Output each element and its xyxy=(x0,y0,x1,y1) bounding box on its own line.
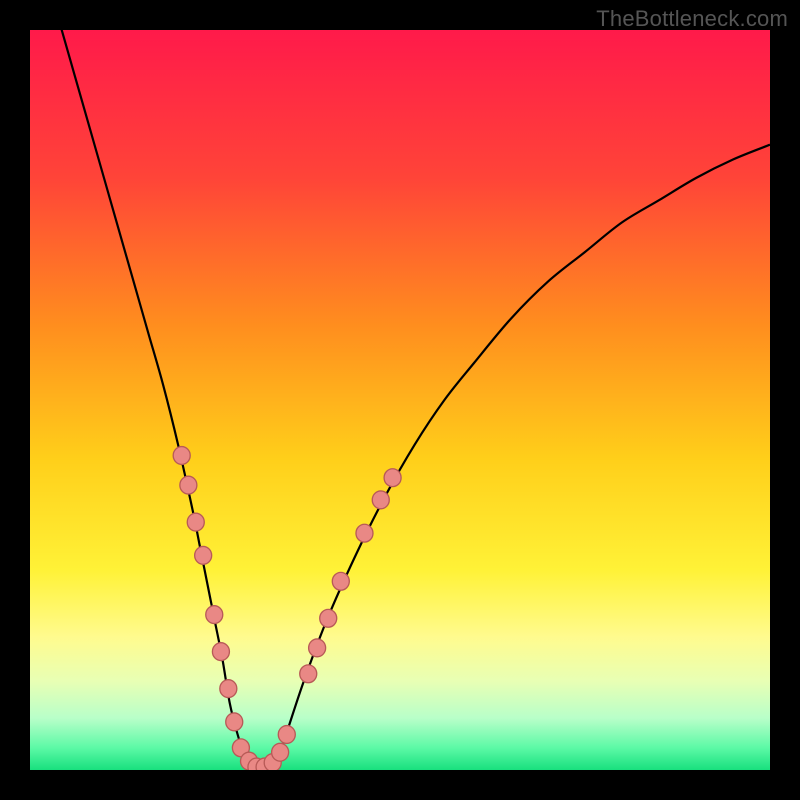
outer-frame: TheBottleneck.com xyxy=(0,0,800,800)
curve-dot xyxy=(278,726,295,744)
curve-dot xyxy=(212,643,229,661)
plot-area xyxy=(30,30,770,770)
curve-dot xyxy=(384,469,401,487)
curve-dot xyxy=(180,476,197,494)
curve-dot xyxy=(220,680,237,698)
curve-dot xyxy=(272,743,289,761)
curve-dot xyxy=(206,606,223,624)
curve-dot xyxy=(372,491,389,509)
curve-dots-group xyxy=(173,447,401,770)
curve-dot xyxy=(187,513,204,531)
chart-svg xyxy=(30,30,770,770)
curve-dot xyxy=(300,665,317,683)
watermark-text: TheBottleneck.com xyxy=(596,6,788,32)
bottleneck-curve xyxy=(60,30,770,768)
curve-dot xyxy=(332,572,349,590)
curve-dot xyxy=(356,524,373,542)
curve-dot xyxy=(195,546,212,564)
curve-dot xyxy=(320,609,337,627)
curve-dot xyxy=(226,713,243,731)
curve-dot xyxy=(309,639,326,657)
curve-dot xyxy=(173,447,190,465)
